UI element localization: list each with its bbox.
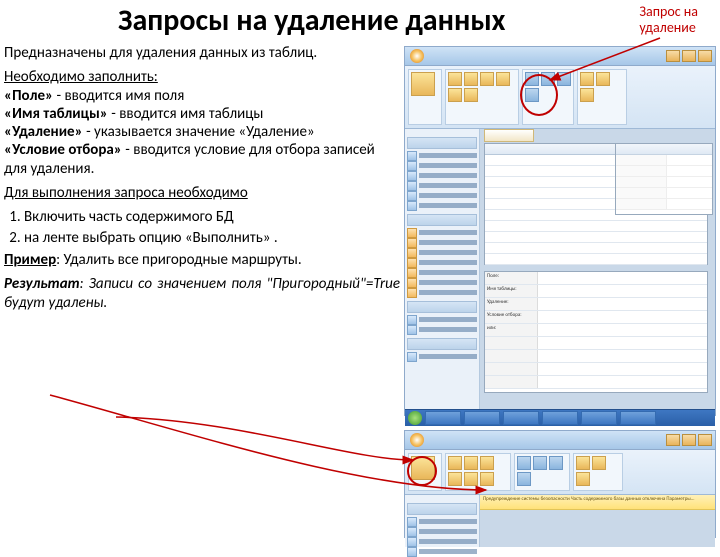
navigation-pane [405,495,480,547]
delete-icon [464,88,478,102]
highlight-ellipse-delete [520,74,558,116]
maketable-icon [464,72,478,86]
nav-header-queries [407,214,477,226]
window-titlebar [405,431,715,450]
window-titlebar [405,47,715,66]
max-button [682,50,696,62]
nav-header-forms [407,301,477,313]
security-warning-bar: Предупреждение системы безопасности Част… [480,495,715,510]
taskbar [405,409,715,426]
fields-text: «Поле» - вводится имя поля «Имя таблицы»… [4,87,375,178]
workarea: Поле: Имя таблицы: Удаление: Условие отб… [405,129,715,409]
office-button-icon [410,49,424,63]
must-fill-heading: Необходимо заполнить: [4,68,158,86]
access-screenshot-designer: Поле: Имя таблицы: Удаление: Условие отб… [404,46,716,416]
close-button [698,50,712,62]
exec-heading: Для выполнения запроса необходимо [4,184,248,202]
document-area: Предупреждение системы безопасности Част… [480,495,715,547]
ribbon-group-showhide [577,69,627,125]
example-text: : Удалить все пригородные маршруты. [56,251,302,269]
nav-header-reports [407,338,477,350]
access-screenshot-securitybar: Предупреждение системы безопасности Част… [404,430,716,538]
example-label: Пример [4,251,56,269]
run-icon [411,72,435,96]
design-grid: Поле: Имя таблицы: Удаление: Условие отб… [484,271,708,393]
ribbon [405,66,715,129]
start-button-icon [408,411,422,425]
ribbon-group-results [408,69,442,125]
nav-header-tables [407,137,477,149]
crosstab-icon [448,88,462,102]
step-1: Включить часть содержимого БД [24,208,400,226]
ribbon-group-querytype [445,69,519,125]
highlight-ellipse-run [407,456,437,486]
append-icon [480,72,494,86]
query-tab [484,129,534,142]
parameters-icon [596,72,610,86]
update-icon [496,72,510,86]
body-text: Предназначены для удаления данных из таб… [4,44,400,318]
annotation-label: Запрос на удаление [639,4,698,36]
property-sheet [615,143,713,215]
office-button-icon [410,433,424,447]
slide-title: Запросы на удаление данных [118,2,505,39]
intro-paragraph: Предназначены для удаления данных из таб… [4,44,400,62]
ribbon [405,450,715,495]
steps-list: Включить часть содержимого БД на ленте в… [24,208,400,247]
propertysheet-icon [580,88,594,102]
navigation-pane [405,129,480,409]
select-icon [448,72,462,86]
totals-icon [580,72,594,86]
result-label: Результат [4,275,80,293]
document-area: Поле: Имя таблицы: Удаление: Условие отб… [480,129,715,409]
min-button [666,50,680,62]
step-2: на ленте выбрать опцию «Выполнить» . [24,229,400,247]
deleterows-icon [557,72,571,86]
